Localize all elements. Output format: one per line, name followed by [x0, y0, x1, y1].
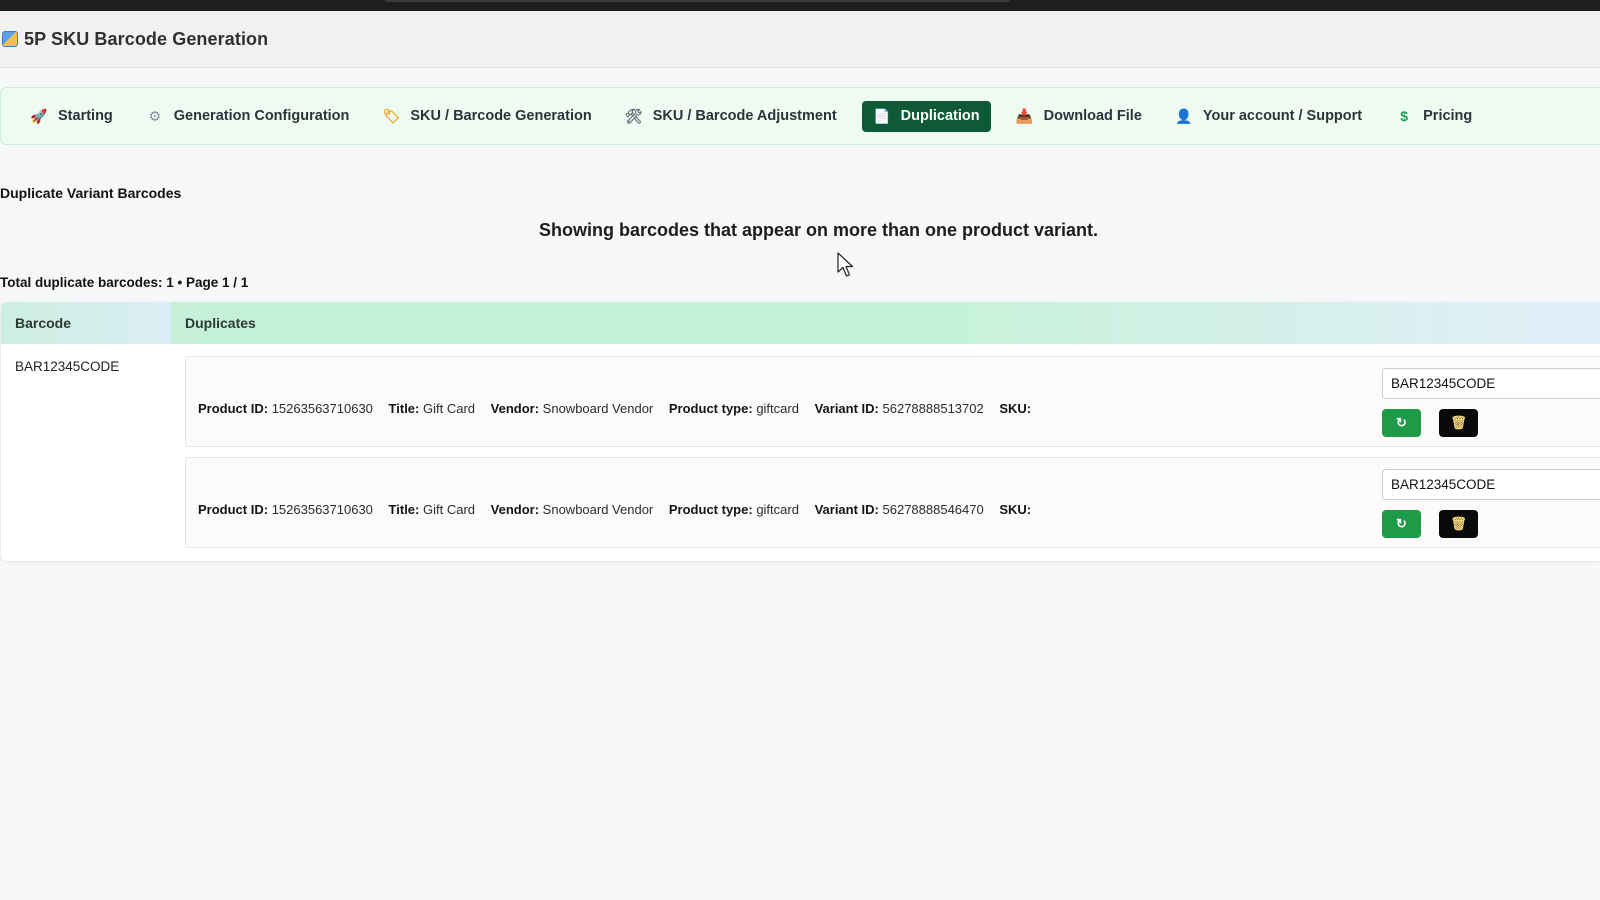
app-header: 5P SKU Barcode Generation: [0, 11, 1600, 68]
nav-tab-duplication[interactable]: 📄 Duplication: [861, 100, 991, 132]
nav-tab-label: Starting: [58, 108, 113, 124]
product-type-value: giftcard: [756, 502, 799, 517]
info-message: Showing barcodes that appear on more tha…: [538, 220, 1099, 240]
nav-tab-label: Download File: [1043, 108, 1142, 124]
variant-id-label: Variant ID:: [814, 401, 879, 416]
product-type-label: Product type:: [668, 401, 753, 416]
table-header: Barcode Duplicates: [1, 302, 1600, 344]
nav-tab-label: Generation Configuration: [173, 108, 350, 124]
variant-details: Product ID: 15263563710630 Title: Gift C…: [198, 401, 1043, 416]
variant-details: Product ID: 15263563710630 Title: Gift C…: [198, 502, 1043, 517]
app-logo-icon: [2, 31, 18, 47]
nav-tab-label: Your account / Support: [1202, 108, 1363, 124]
column-header-barcode: Barcode: [1, 302, 171, 344]
main-nav: 🚀 Starting ⚙ Generation Configuration 🏷 …: [0, 87, 1600, 145]
nav-tab-label: Duplication: [900, 108, 980, 124]
nav-tab-label: SKU / Barcode Generation: [410, 108, 592, 124]
duplicates-cell: Product ID: 15263563710630 Title: Gift C…: [185, 344, 1600, 558]
dollar-icon: $: [1400, 108, 1409, 124]
delete-button[interactable]: 🗑: [1439, 510, 1478, 538]
nav-tab-account-support[interactable]: 👤 Your account / Support: [1167, 101, 1370, 132]
nav-tab-generation-configuration[interactable]: ⚙ Generation Configuration: [138, 101, 358, 132]
table-row: BAR12345CODE Product ID: 15263563710630 …: [1, 344, 1600, 558]
product-type-label: Product type:: [668, 502, 753, 517]
download-icon: 📥: [1015, 107, 1034, 124]
vendor-value: Snowboard Vendor: [542, 401, 654, 416]
title-value: Gift Card: [423, 401, 476, 416]
nav-tab-label: Pricing: [1423, 108, 1473, 124]
app-title: 5P SKU Barcode Generation: [24, 28, 269, 49]
sku-label: SKU:: [999, 401, 1032, 416]
barcode-input[interactable]: [1382, 469, 1600, 500]
user-icon: 👤: [1175, 107, 1193, 124]
title-label: Title:: [388, 502, 420, 517]
nav-tab-download-file[interactable]: 📥 Download File: [1008, 101, 1150, 132]
window-notch: [385, 0, 1010, 2]
tools-icon: 🛠: [624, 107, 643, 124]
trash-icon: 🗑: [1450, 415, 1467, 430]
duplicates-table: Barcode Duplicates BAR12345CODE Product …: [1, 302, 1600, 561]
title-label: Title:: [388, 401, 420, 416]
nav-tab-sku-barcode-generation[interactable]: 🏷 SKU / Barcode Generation: [374, 101, 599, 132]
totals-summary: Total duplicate barcodes: 1 • Page 1 / 1: [0, 275, 249, 290]
vendor-label: Vendor:: [490, 502, 540, 517]
product-id-value: 15263563710630: [271, 502, 373, 517]
duplicate-variant-card: Product ID: 15263563710630 Title: Gift C…: [185, 457, 1600, 548]
product-type-value: giftcard: [756, 401, 799, 416]
variant-id-label: Variant ID:: [814, 502, 879, 517]
column-header-duplicates: Duplicates: [185, 315, 256, 331]
section-title: Duplicate Variant Barcodes: [0, 185, 182, 201]
variant-id-value: 56278888546470: [882, 502, 984, 517]
product-id-label: Product ID:: [198, 502, 269, 517]
refresh-icon: ↻: [1396, 516, 1407, 531]
nav-tab-sku-barcode-adjustment[interactable]: 🛠 SKU / Barcode Adjustment: [617, 101, 845, 132]
rocket-icon: 🚀: [30, 107, 48, 124]
barcode-cell: BAR12345CODE: [15, 359, 120, 374]
nav-tab-pricing[interactable]: $ Pricing: [1387, 101, 1480, 132]
title-value: Gift Card: [423, 502, 476, 517]
refresh-icon: ↻: [1396, 415, 1407, 430]
variant-id-value: 56278888513702: [882, 401, 984, 416]
gear-icon: ⚙: [148, 107, 162, 124]
product-id-value: 15263563710630: [271, 401, 373, 416]
regenerate-button[interactable]: ↻: [1382, 510, 1421, 538]
nav-tab-label: SKU / Barcode Adjustment: [652, 108, 837, 124]
duplicate-variant-card: Product ID: 15263563710630 Title: Gift C…: [185, 356, 1600, 447]
trash-icon: 🗑: [1450, 516, 1467, 531]
regenerate-button[interactable]: ↻: [1382, 409, 1421, 437]
tag-icon: 🏷: [382, 107, 401, 124]
nav-tab-starting[interactable]: 🚀 Starting: [22, 101, 121, 132]
product-id-label: Product ID:: [198, 401, 269, 416]
sku-label: SKU:: [999, 502, 1032, 517]
vendor-label: Vendor:: [490, 401, 540, 416]
barcode-input[interactable]: [1382, 368, 1600, 399]
window-top-bar: [0, 0, 1600, 11]
vendor-value: Snowboard Vendor: [542, 502, 654, 517]
delete-button[interactable]: 🗑: [1439, 409, 1478, 437]
document-icon: 📄: [872, 107, 891, 124]
mouse-pointer-icon: [837, 252, 854, 277]
